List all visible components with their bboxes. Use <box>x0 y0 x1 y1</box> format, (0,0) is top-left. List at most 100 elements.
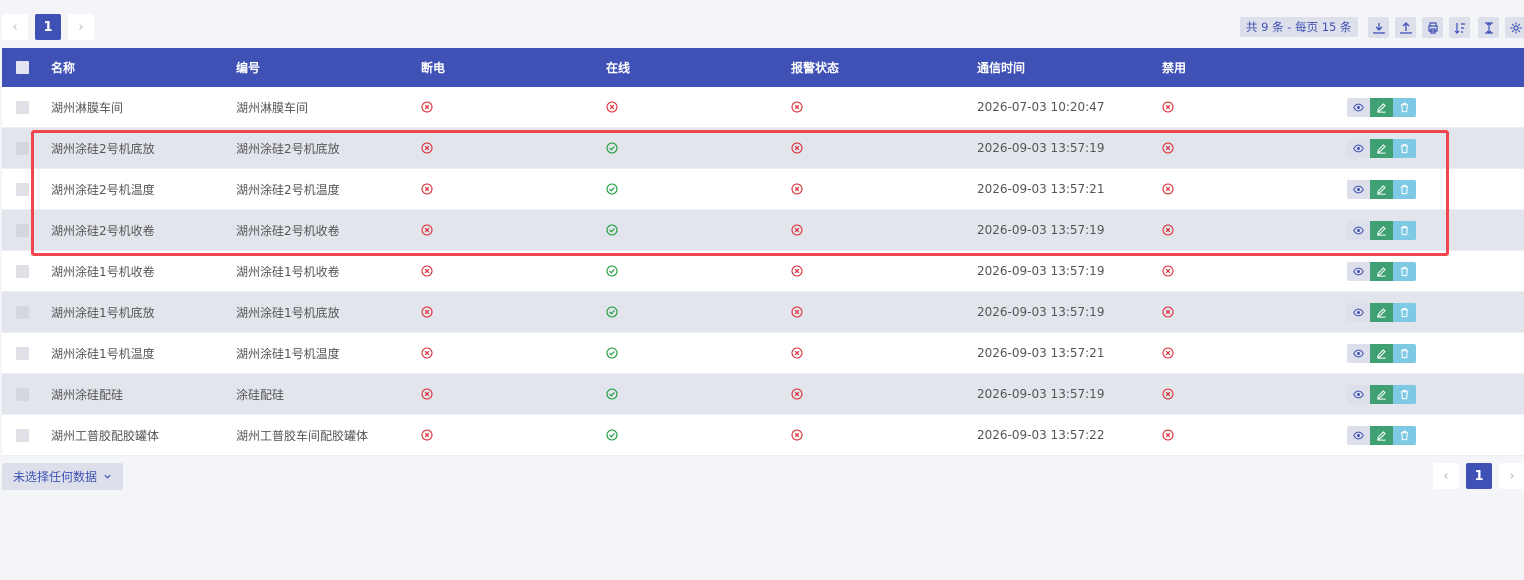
online-status-ok-icon <box>606 333 618 373</box>
prev-page-button-bottom[interactable]: ‹ <box>1433 463 1459 489</box>
row-checkbox[interactable] <box>16 224 29 237</box>
view-button[interactable] <box>1347 385 1370 404</box>
view-button[interactable] <box>1347 180 1370 199</box>
delete-button[interactable] <box>1393 303 1416 322</box>
alarm-status-fail-icon <box>791 415 803 455</box>
view-button[interactable] <box>1347 344 1370 363</box>
edit-button[interactable] <box>1370 139 1393 158</box>
disabled-status-fail-icon <box>1162 333 1174 373</box>
disabled-status-fail-icon <box>1162 128 1174 168</box>
edit-button[interactable] <box>1370 262 1393 281</box>
cell-comm-time: 2026-07-03 10:20:47 <box>977 100 1105 114</box>
cell-comm-time: 2026-09-03 13:57:19 <box>977 305 1105 319</box>
column-header-power-off[interactable]: 断电 <box>421 48 445 87</box>
trash-icon <box>1400 307 1409 318</box>
page-1-button-bottom[interactable]: 1 <box>1466 463 1492 489</box>
trash-icon <box>1400 266 1409 277</box>
row-checkbox[interactable] <box>16 429 29 442</box>
edit-button[interactable] <box>1370 221 1393 240</box>
delete-button[interactable] <box>1393 262 1416 281</box>
delete-button[interactable] <box>1393 385 1416 404</box>
row-checkbox[interactable] <box>16 388 29 401</box>
disabled-status-fail-icon <box>1162 87 1174 127</box>
row-checkbox[interactable] <box>16 306 29 319</box>
table-row[interactable]: 湖州涂硅2号机底放 湖州涂硅2号机底放 2026-09-03 13:57:19 <box>2 128 1524 169</box>
table-row[interactable]: 湖州涂硅1号机温度 湖州涂硅1号机温度 2026-09-03 13:57:21 <box>2 333 1524 374</box>
table-row[interactable]: 湖州涂硅1号机收卷 湖州涂硅1号机收卷 2026-09-03 13:57:19 <box>2 251 1524 292</box>
disabled-status-fail-icon <box>1162 169 1174 209</box>
delete-button[interactable] <box>1393 221 1416 240</box>
cell-name: 湖州涂硅2号机收卷 <box>51 223 155 238</box>
delete-button[interactable] <box>1393 180 1416 199</box>
row-checkbox[interactable] <box>16 183 29 196</box>
edit-button[interactable] <box>1370 180 1393 199</box>
row-actions <box>1347 221 1416 240</box>
upload-button[interactable] <box>1395 17 1416 38</box>
table-row[interactable]: 湖州淋膜车间 湖州淋膜车间 2026-07-03 10:20:47 <box>2 87 1524 128</box>
next-page-button-bottom[interactable]: › <box>1499 463 1524 489</box>
cell-code: 湖州涂硅1号机收卷 <box>236 264 340 279</box>
column-header-code[interactable]: 编号 <box>236 48 260 87</box>
cell-comm-time: 2026-09-03 13:57:19 <box>977 387 1105 401</box>
download-button[interactable] <box>1368 17 1389 38</box>
table-row[interactable]: 湖州涂硅1号机底放 湖州涂硅1号机底放 2026-09-03 13:57:19 <box>2 292 1524 333</box>
row-actions <box>1347 385 1416 404</box>
column-header-comm-time[interactable]: 通信时间 <box>977 48 1025 87</box>
row-checkbox[interactable] <box>16 265 29 278</box>
power-off-status-fail-icon <box>421 292 433 332</box>
pencil-icon <box>1377 103 1386 113</box>
row-checkbox[interactable] <box>16 101 29 114</box>
view-button[interactable] <box>1347 139 1370 158</box>
trash-icon <box>1400 184 1409 195</box>
row-checkbox[interactable] <box>16 347 29 360</box>
prev-page-button[interactable]: ‹ <box>2 14 28 40</box>
online-status-ok-icon <box>606 210 618 250</box>
table-row[interactable]: 湖州涂硅配硅 涂硅配硅 2026-09-03 13:57:19 <box>2 374 1524 415</box>
eye-icon <box>1353 308 1364 317</box>
edit-button[interactable] <box>1370 426 1393 445</box>
view-button[interactable] <box>1347 426 1370 445</box>
page-1-button[interactable]: 1 <box>35 14 61 40</box>
pencil-icon <box>1377 267 1386 277</box>
sort-icon <box>1454 22 1465 34</box>
row-checkbox[interactable] <box>16 142 29 155</box>
table-row[interactable]: 湖州工普胶配胶罐体 湖州工普胶车间配胶罐体 2026-09-03 13:57:22 <box>2 415 1524 456</box>
row-actions <box>1347 98 1416 117</box>
view-button[interactable] <box>1347 221 1370 240</box>
view-button[interactable] <box>1347 98 1370 117</box>
row-actions <box>1347 303 1416 322</box>
delete-button[interactable] <box>1393 98 1416 117</box>
settings-button[interactable] <box>1505 17 1524 38</box>
column-width-icon <box>1484 21 1493 34</box>
edit-button[interactable] <box>1370 98 1393 117</box>
column-header-alarm[interactable]: 报警状态 <box>791 48 839 87</box>
cell-code: 湖州涂硅1号机温度 <box>236 346 340 361</box>
print-button[interactable] <box>1422 17 1443 38</box>
select-all-checkbox[interactable] <box>16 61 29 74</box>
edit-button[interactable] <box>1370 303 1393 322</box>
column-header-name[interactable]: 名称 <box>51 48 75 87</box>
trash-icon <box>1400 225 1409 236</box>
delete-button[interactable] <box>1393 139 1416 158</box>
table-row[interactable]: 湖州涂硅2号机温度 湖州涂硅2号机温度 2026-09-03 13:57:21 <box>2 169 1524 210</box>
alarm-status-fail-icon <box>791 292 803 332</box>
cell-code: 湖州涂硅2号机温度 <box>236 182 340 197</box>
edit-button[interactable] <box>1370 344 1393 363</box>
pencil-icon <box>1377 349 1386 359</box>
view-button[interactable] <box>1347 262 1370 281</box>
online-status-ok-icon <box>606 128 618 168</box>
delete-button[interactable] <box>1393 426 1416 445</box>
edit-button[interactable] <box>1370 385 1393 404</box>
column-header-online[interactable]: 在线 <box>606 48 630 87</box>
column-width-button[interactable] <box>1478 17 1499 38</box>
selection-dropdown[interactable]: 未选择任何数据 <box>2 463 123 490</box>
sort-button[interactable] <box>1449 17 1470 38</box>
cell-name: 湖州工普胶配胶罐体 <box>51 428 160 443</box>
next-page-button[interactable]: › <box>68 14 94 40</box>
device-table: 名称 编号 断电 在线 报警状态 通信时间 禁用 湖州淋膜车间 湖州淋膜车间 202… <box>2 48 1524 456</box>
upload-icon <box>1399 21 1412 34</box>
view-button[interactable] <box>1347 303 1370 322</box>
table-row[interactable]: 湖州涂硅2号机收卷 湖州涂硅2号机收卷 2026-09-03 13:57:19 <box>2 210 1524 251</box>
column-header-disabled[interactable]: 禁用 <box>1162 48 1186 87</box>
delete-button[interactable] <box>1393 344 1416 363</box>
